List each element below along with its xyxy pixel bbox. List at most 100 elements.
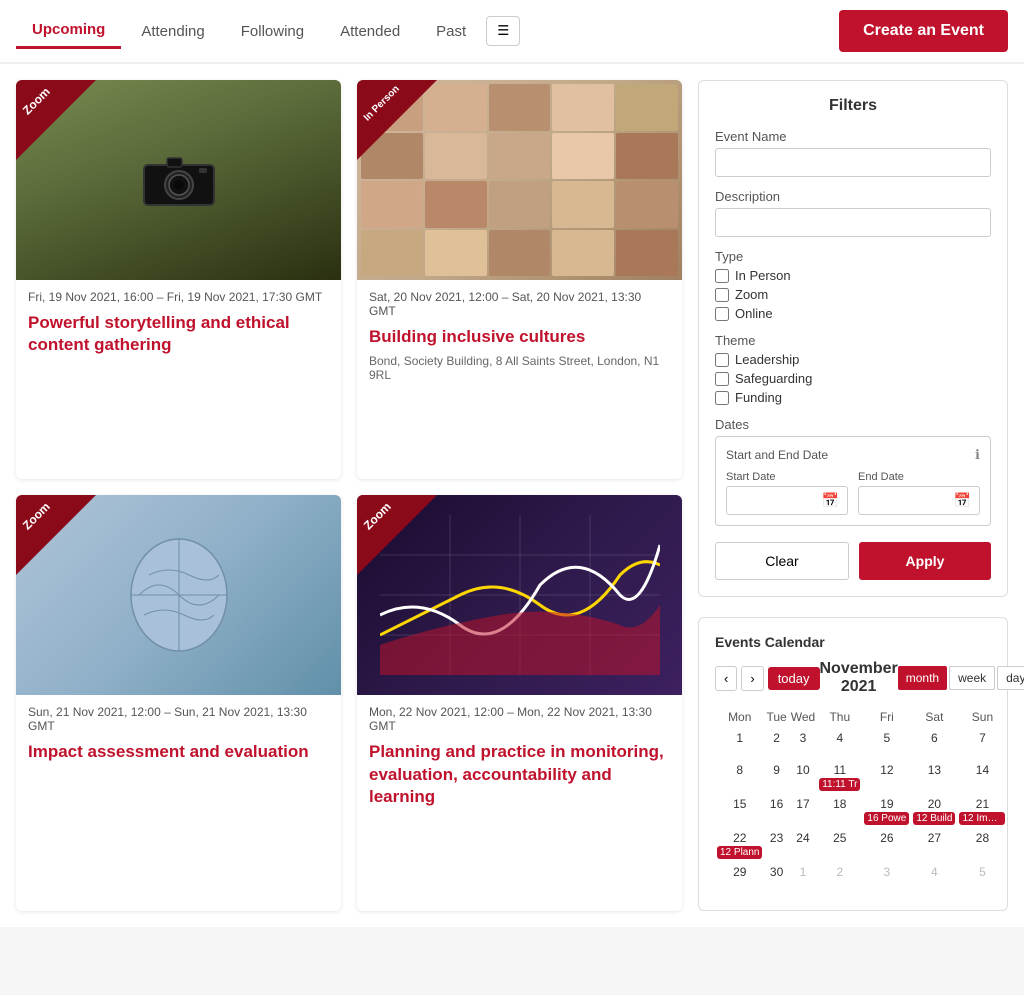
- end-date-input[interactable]: [859, 489, 946, 513]
- event-card-1[interactable]: Zoom Fri, 19 Nov 2021, 16:00 – Fri, 19 N…: [16, 80, 341, 479]
- filters-box: Filters Event Name Description Type In P…: [698, 80, 1008, 597]
- card-date-1: Fri, 19 Nov 2021, 16:00 – Fri, 19 Nov 20…: [28, 290, 329, 304]
- calendar-month-title: November 2021: [820, 660, 898, 696]
- dates-box: Start and End Date ℹ Start Date 📅: [715, 436, 991, 526]
- calendar-cell[interactable]: 16: [764, 794, 788, 828]
- tab-attended[interactable]: Attended: [324, 15, 416, 48]
- calendar-cell[interactable]: 1111:11 Tr: [817, 760, 862, 794]
- calendar-event-chip[interactable]: 12 Plann: [717, 846, 762, 859]
- calendar-next-button[interactable]: ›: [741, 666, 763, 691]
- type-checkbox-in-person-input[interactable]: [715, 269, 729, 283]
- type-checkbox-online-input[interactable]: [715, 307, 729, 321]
- menu-icon-button[interactable]: ☰: [486, 16, 520, 46]
- calendar-day-number: 3: [884, 865, 891, 879]
- calendar-today-button[interactable]: today: [768, 667, 820, 690]
- calendar-cell[interactable]: 17: [789, 794, 817, 828]
- description-input[interactable]: [715, 208, 991, 237]
- theme-checkbox-funding-input[interactable]: [715, 391, 729, 405]
- calendar-prev-button[interactable]: ‹: [715, 666, 737, 691]
- info-icon: ℹ: [975, 447, 980, 463]
- calendar-cell[interactable]: 2212 Plann: [715, 828, 764, 862]
- type-checkbox-online[interactable]: Online: [715, 306, 991, 321]
- theme-checkbox-leadership-input[interactable]: [715, 353, 729, 367]
- calendar-cell[interactable]: 5: [957, 862, 1007, 894]
- calendar-cell[interactable]: 30: [764, 862, 788, 894]
- dates-section: Dates Start and End Date ℹ Start Date: [715, 417, 991, 526]
- calendar-nav: ‹ › today: [715, 666, 820, 691]
- calendar-cell[interactable]: 3: [862, 862, 911, 894]
- type-checkbox-in-person[interactable]: In Person: [715, 268, 991, 283]
- tab-attending[interactable]: Attending: [125, 15, 220, 48]
- calendar-cell[interactable]: 2: [764, 728, 788, 760]
- calendar-event-chip[interactable]: 16 Powe: [864, 812, 909, 825]
- card-date-2: Sat, 20 Nov 2021, 12:00 – Sat, 20 Nov 20…: [369, 290, 670, 318]
- event-name-label: Event Name: [715, 129, 991, 144]
- start-date-input[interactable]: [727, 489, 814, 513]
- calendar-cell[interactable]: 2012 Build: [911, 794, 957, 828]
- tab-past[interactable]: Past: [420, 15, 482, 48]
- calendar-day-number: 2: [836, 865, 843, 879]
- theme-checkbox-leadership[interactable]: Leadership: [715, 352, 991, 367]
- calendar-day-number: 21: [976, 797, 989, 811]
- start-date-calendar-icon[interactable]: 📅: [814, 487, 847, 514]
- type-checkbox-zoom-input[interactable]: [715, 288, 729, 302]
- calendar-cell[interactable]: 28: [957, 828, 1007, 862]
- calendar-cell[interactable]: 6: [911, 728, 957, 760]
- calendar-cell[interactable]: 1: [789, 862, 817, 894]
- clear-button[interactable]: Clear: [715, 542, 849, 580]
- calendar-day-number: 19: [880, 797, 893, 811]
- calendar-cell[interactable]: 9: [764, 760, 788, 794]
- theme-checkbox-safeguarding-input[interactable]: [715, 372, 729, 386]
- event-card-3[interactable]: Zoom Sun, 21 Nov 2021, 12:00 – Sun, 21 N…: [16, 495, 341, 911]
- type-checkbox-zoom[interactable]: Zoom: [715, 287, 991, 302]
- tab-upcoming[interactable]: Upcoming: [16, 13, 121, 49]
- calendar-day-number: 24: [796, 831, 809, 845]
- event-card-2[interactable]: In Person Sat, 20 Nov 2021, 12:00 – Sat,…: [357, 80, 682, 479]
- zoom-badge-overlay-4: [357, 495, 437, 575]
- calendar-cell[interactable]: 29: [715, 862, 764, 894]
- end-date-calendar-icon[interactable]: 📅: [946, 487, 979, 514]
- calendar-cell[interactable]: 12: [862, 760, 911, 794]
- dates-label: Dates: [715, 417, 991, 432]
- calendar-day-view-button[interactable]: day: [997, 666, 1024, 690]
- calendar-day-number: 30: [770, 865, 783, 879]
- calendar-cell[interactable]: 4: [911, 862, 957, 894]
- calendar-cell[interactable]: 15: [715, 794, 764, 828]
- calendar-cell[interactable]: 2: [817, 862, 862, 894]
- theme-checkbox-funding[interactable]: Funding: [715, 390, 991, 405]
- top-navigation: Upcoming Attending Following Attended Pa…: [0, 0, 1024, 64]
- event-card-4[interactable]: Zoom Mon, 22 Nov 2021, 12:00 – Mon, 22 N…: [357, 495, 682, 911]
- theme-checkbox-safeguarding[interactable]: Safeguarding: [715, 371, 991, 386]
- calendar-cell[interactable]: 26: [862, 828, 911, 862]
- calendar-cell[interactable]: 14: [957, 760, 1007, 794]
- start-date-input-wrap: 📅: [726, 486, 848, 515]
- calendar-cell[interactable]: 27: [911, 828, 957, 862]
- calendar-event-chip[interactable]: 12 Build: [913, 812, 955, 825]
- calendar-event-chip[interactable]: 12 Impac: [959, 812, 1005, 825]
- calendar-month-view-button[interactable]: month: [898, 666, 947, 690]
- calendar-cell[interactable]: 7: [957, 728, 1007, 760]
- calendar-cell[interactable]: 4: [817, 728, 862, 760]
- tab-following[interactable]: Following: [225, 15, 320, 48]
- calendar-cell[interactable]: 1916 Powe: [862, 794, 911, 828]
- calendar-week-view-button[interactable]: week: [949, 666, 995, 690]
- calendar-cell[interactable]: 13: [911, 760, 957, 794]
- calendar-box: Events Calendar ‹ › today November 2021 …: [698, 617, 1008, 911]
- calendar-day-number: 10: [796, 763, 809, 777]
- calendar-cell[interactable]: 8: [715, 760, 764, 794]
- calendar-day-number: 9: [773, 763, 780, 777]
- calendar-cell[interactable]: 25: [817, 828, 862, 862]
- calendar-cell[interactable]: 2112 Impac: [957, 794, 1007, 828]
- calendar-event-chip[interactable]: 11:11 Tr: [819, 778, 860, 791]
- calendar-cell[interactable]: 10: [789, 760, 817, 794]
- calendar-cell[interactable]: 3: [789, 728, 817, 760]
- calendar-cell[interactable]: 1: [715, 728, 764, 760]
- calendar-cell[interactable]: 18: [817, 794, 862, 828]
- calendar-cell[interactable]: 23: [764, 828, 788, 862]
- create-event-button[interactable]: Create an Event: [839, 10, 1008, 52]
- calendar-cell[interactable]: 5: [862, 728, 911, 760]
- card-location-2: Bond, Society Building, 8 All Saints Str…: [369, 354, 670, 382]
- calendar-cell[interactable]: 24: [789, 828, 817, 862]
- apply-button[interactable]: Apply: [859, 542, 991, 580]
- event-name-input[interactable]: [715, 148, 991, 177]
